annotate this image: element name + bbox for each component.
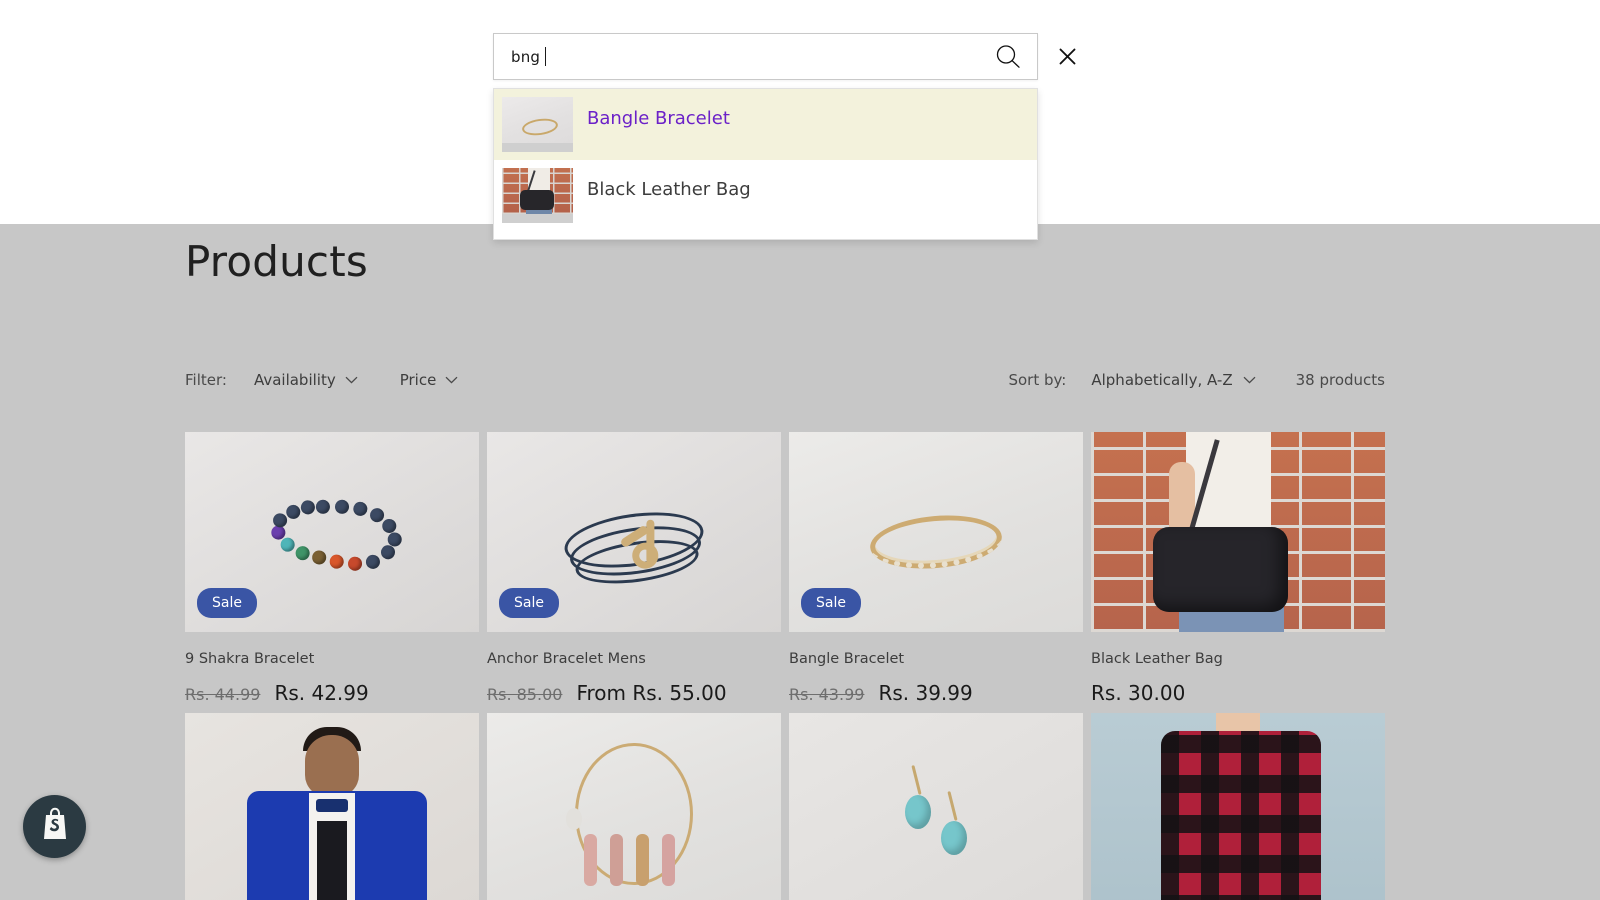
leather-bag-graphic [1153, 527, 1288, 612]
product-title[interactable]: 9 Shakra Bracelet [185, 651, 479, 667]
price-current: Rs. 30.00 [1091, 681, 1186, 705]
product-card[interactable]: Black Leather Bag Rs. 30.00 [1091, 432, 1385, 705]
collection-page-body: Products Filter: Availability Price Sort… [0, 224, 1600, 900]
product-count: 38 products [1295, 371, 1385, 389]
product-title[interactable]: Anchor Bracelet Mens [487, 651, 781, 667]
product-price: Rs. 43.99 Rs. 39.99 [789, 681, 1083, 705]
product-image-bangle-bracelet[interactable]: Sale [789, 432, 1083, 632]
filter-price[interactable]: Price [400, 371, 459, 389]
filter-price-label: Price [399, 371, 437, 389]
filter-sort-bar: Filter: Availability Price Sort by: Alph… [185, 368, 1385, 392]
suggestion-label[interactable]: Black Leather Bag [587, 168, 751, 202]
page-title: Products [185, 237, 368, 286]
product-price: Rs. 85.00 From Rs. 55.00 [487, 681, 781, 705]
search-icon[interactable] [993, 42, 1023, 72]
filter-label: Filter: [185, 371, 227, 389]
product-grid: Sale 9 Shakra Bracelet Rs. 44.99 Rs. 42.… [185, 432, 1385, 900]
product-image-gold-tassel-necklace[interactable] [487, 713, 781, 900]
search-suggestions-list: Bangle Bracelet Black Leather Bag [493, 88, 1038, 240]
earring-bead-graphic [941, 821, 967, 855]
filter-availability-label: Availability [253, 371, 336, 389]
sort-select[interactable]: Alphabetically, A-Z [1091, 371, 1256, 389]
sale-badge: Sale [801, 588, 861, 618]
price-compare-at: Rs. 85.00 [487, 685, 563, 704]
necklace-hoop-graphic [566, 743, 693, 886]
product-card[interactable] [789, 713, 1083, 900]
product-image-9-shakra-bracelet[interactable]: Sale [185, 432, 479, 632]
plaid-shirt-graphic [1161, 731, 1321, 900]
price-current: From Rs. 55.00 [576, 681, 727, 705]
product-price: Rs. 30.00 [1091, 681, 1385, 705]
suggestion-thumbnail [502, 168, 573, 223]
chevron-down-icon [345, 376, 358, 384]
product-card[interactable] [1091, 713, 1385, 900]
search-suggestion-item[interactable]: Bangle Bracelet [494, 89, 1037, 160]
close-icon [1059, 48, 1076, 65]
sort-value: Alphabetically, A-Z [1091, 371, 1233, 389]
search-input-value: bng [511, 47, 541, 66]
product-card[interactable]: Sale Bangle Bracelet Rs. 43.99 Rs. 39.99 [789, 432, 1083, 705]
product-image-black-leather-bag[interactable] [1091, 432, 1385, 632]
text-cursor [545, 47, 547, 66]
price-current: Rs. 39.99 [878, 681, 973, 705]
close-search-button[interactable] [1050, 40, 1084, 74]
sort-label: Sort by: [1008, 371, 1067, 389]
shopify-bag-icon [40, 807, 70, 846]
beaded-bracelet-graphic [260, 492, 405, 580]
product-price: Rs. 44.99 Rs. 42.99 [185, 681, 479, 705]
bangle-stones-graphic [867, 510, 1005, 574]
head-graphic [305, 735, 359, 797]
product-image-turquoise-earrings[interactable] [789, 713, 1083, 900]
sale-badge: Sale [197, 588, 257, 618]
earring-bead-graphic [905, 795, 931, 829]
search-input[interactable]: bng [493, 33, 1038, 80]
product-card[interactable]: Sale 9 Shakra Bracelet Rs. 44.99 Rs. 42.… [185, 432, 479, 705]
product-card[interactable]: Sale Anchor Bracelet Mens Rs. 85.00 From… [487, 432, 781, 705]
product-image-anchor-bracelet-mens[interactable]: Sale [487, 432, 781, 632]
price-compare-at: Rs. 43.99 [789, 685, 865, 704]
shopify-launcher-button[interactable] [23, 795, 86, 858]
product-card[interactable] [185, 713, 479, 900]
product-card[interactable] [487, 713, 781, 900]
filter-availability[interactable]: Availability [254, 371, 358, 389]
vest-graphic [317, 821, 347, 900]
price-current: Rs. 42.99 [274, 681, 369, 705]
chevron-down-icon [1243, 376, 1256, 384]
suggestion-label[interactable]: Bangle Bracelet [587, 97, 730, 131]
product-image-red-plaid-shirt[interactable] [1091, 713, 1385, 900]
bow-tie-graphic [316, 799, 348, 812]
search-input-text-wrap: bng [511, 47, 993, 66]
search-overlay-header: bng Bangle Bracelet Black Leather Bag [0, 0, 1600, 240]
product-title[interactable]: Black Leather Bag [1091, 651, 1385, 667]
search-suggestion-item[interactable]: Black Leather Bag [494, 160, 1037, 231]
sale-badge: Sale [499, 588, 559, 618]
price-compare-at: Rs. 44.99 [185, 685, 261, 704]
suggestion-thumbnail [502, 97, 573, 152]
search-row: bng [493, 33, 1084, 80]
chevron-down-icon [445, 376, 458, 384]
product-image-man-in-blue-suit[interactable] [185, 713, 479, 900]
product-title[interactable]: Bangle Bracelet [789, 651, 1083, 667]
page-root: Products Filter: Availability Price Sort… [0, 0, 1600, 900]
